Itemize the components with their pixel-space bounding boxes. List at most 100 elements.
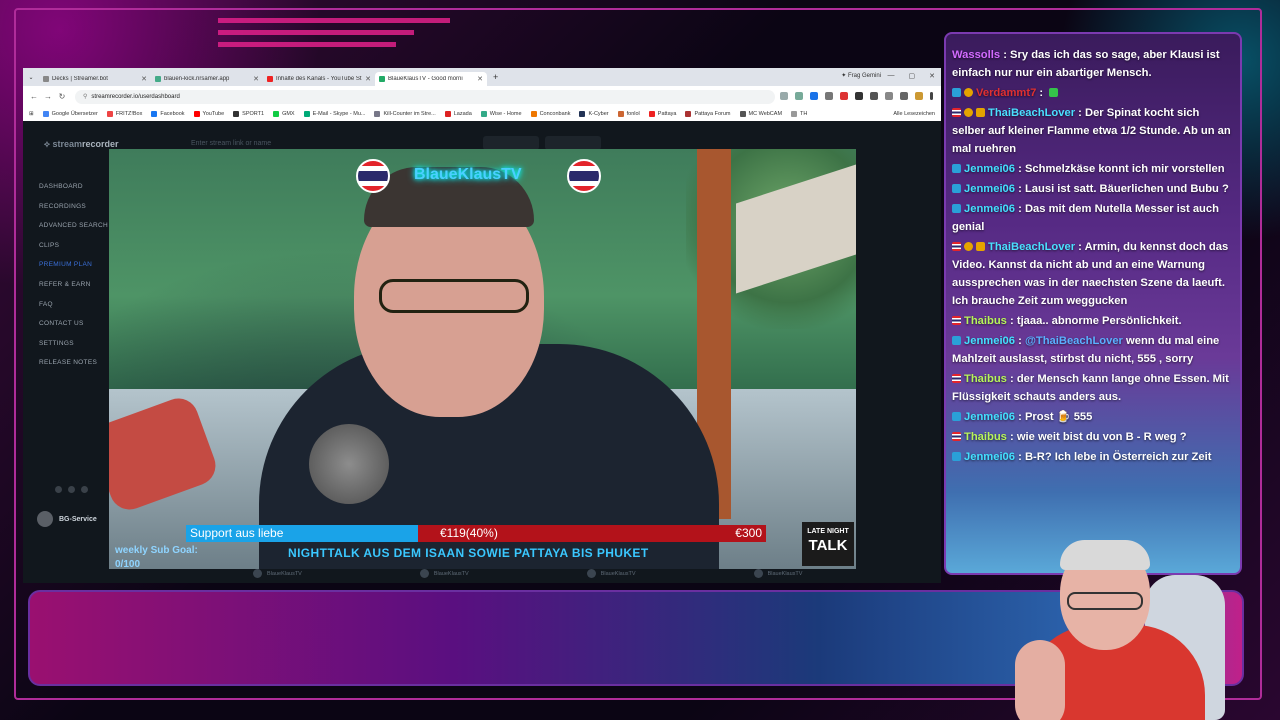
stream-search-input[interactable]: Enter stream link or name	[191, 140, 271, 147]
bookmark-icon	[648, 111, 655, 117]
bookmark-star-icon[interactable]	[810, 92, 818, 100]
bookmark-item[interactable]: SPORT1	[233, 111, 264, 117]
app-logo[interactable]: ⟡ streamrecorder	[44, 139, 119, 150]
chat-username[interactable]: Wassolls	[952, 49, 1000, 61]
extension-icon[interactable]	[825, 92, 833, 100]
bookmark-item[interactable]: GMX	[273, 111, 295, 117]
site-info-icon[interactable]: ⚲	[83, 93, 87, 100]
chat-mention[interactable]: @ThaiBeachLover	[1025, 335, 1123, 347]
chat-username[interactable]: Jenmei06	[964, 183, 1015, 195]
recording-channel: BlaueKlausTV	[267, 570, 302, 577]
google-play-badge[interactable]	[483, 136, 539, 150]
tab-close-icon[interactable]: ✕	[365, 75, 371, 83]
browser-tab[interactable]: blauen-kick.nrsamer.app ✕	[151, 72, 263, 86]
tab-close-icon[interactable]: ✕	[141, 75, 147, 83]
x-icon[interactable]	[81, 486, 88, 493]
cast-icon[interactable]	[795, 92, 803, 100]
chat-username[interactable]: ThaiBeachLover	[988, 107, 1075, 119]
app-store-badge[interactable]	[545, 136, 601, 150]
extension-icon[interactable]	[900, 92, 908, 100]
chat-username[interactable]: Verdammt7	[976, 87, 1036, 99]
bookmark-label: fonlol	[626, 111, 640, 117]
extension-icon[interactable]	[870, 92, 878, 100]
bookmark-item[interactable]: TH	[791, 111, 807, 117]
extension-icon[interactable]	[855, 92, 863, 100]
chat-username[interactable]: Thaibus	[964, 315, 1007, 327]
reload-icon[interactable]: ↻	[55, 92, 69, 101]
user-profile[interactable]: BG-Service	[37, 511, 97, 527]
tab-close-icon[interactable]: ✕	[253, 75, 259, 83]
gemini-button[interactable]: ✦ Frag Gemini	[841, 72, 881, 79]
extension-icon[interactable]	[840, 92, 848, 100]
chat-username[interactable]: Thaibus	[964, 431, 1007, 443]
sidebar-item-settings[interactable]: SETTINGS	[39, 340, 108, 348]
bookmark-item[interactable]: YouTube	[193, 111, 224, 117]
all-bookmarks[interactable]: Alle Lesezeichen	[893, 111, 935, 117]
browser-tab[interactable]: BlaueKlausTV - Good morni ✕	[375, 72, 487, 86]
recording-channel: BlaueKlausTV	[767, 570, 803, 577]
recording-item[interactable]: BlaueKlausTV	[586, 569, 636, 578]
bookmark-item[interactable]: E-Mail - Skype - Mu...	[303, 111, 365, 117]
chat-username[interactable]: Jenmei06	[964, 451, 1015, 463]
forward-icon[interactable]: →	[41, 92, 55, 101]
tab-close-icon[interactable]: ✕	[477, 75, 483, 83]
bookmark-item[interactable]: Conconbank	[530, 111, 570, 117]
sub-goal-label: weekly Sub Goal:	[115, 545, 198, 556]
menu-icon[interactable]	[930, 92, 933, 100]
url-input[interactable]: ⚲ streamrecorder.io/userdashboard	[75, 89, 775, 104]
discord-icon[interactable]	[55, 486, 62, 493]
apps-icon[interactable]: ⊞	[29, 111, 34, 117]
chat-text: Schmelzkäse konnt ich mir vorstellen	[1024, 163, 1225, 175]
chat-text: B-R? Ich lebe in Österreich zur Zeit	[1024, 451, 1212, 463]
chat-username[interactable]: ThaiBeachLover	[988, 241, 1075, 253]
chat-badge-icon	[964, 108, 973, 117]
sidebar-item-refer-earn[interactable]: REFER & EARN	[39, 281, 108, 289]
recording-item[interactable]: BlaueKlausTV	[419, 569, 469, 578]
chat-username[interactable]: Jenmei06	[964, 335, 1015, 347]
bookmark-label: Lazada	[453, 111, 472, 117]
bookmark-item[interactable]: Pattaya	[648, 111, 676, 117]
bookmark-item[interactable]: Facebook	[151, 111, 185, 117]
bookmark-item[interactable]: Wise - Home	[480, 111, 522, 117]
minimize-icon[interactable]: —	[888, 72, 895, 80]
bookmark-item[interactable]: K-Cyber	[579, 111, 609, 117]
recording-avatar-icon	[753, 569, 763, 578]
stream-video[interactable]: BlaueKlausTV	[109, 149, 856, 569]
chat-username[interactable]: Jenmei06	[964, 203, 1015, 215]
bookmark-item[interactable]: Google Übersetzer	[42, 111, 98, 117]
profile-avatar-icon[interactable]	[915, 92, 923, 100]
translate-icon[interactable]	[780, 92, 788, 100]
sidebar-item-contact-us[interactable]: CONTACT US	[39, 320, 108, 328]
tab-search-icon[interactable]: ⌄	[23, 74, 39, 81]
bookmark-label: FRITZ!Box	[115, 111, 143, 117]
sidebar-item-recordings[interactable]: RECORDINGS	[39, 203, 108, 211]
bookmark-item[interactable]: FRITZ!Box	[106, 111, 143, 117]
bookmark-item[interactable]: Lazada	[444, 111, 472, 117]
sidebar-item-release-notes[interactable]: RELEASE NOTES	[39, 359, 108, 367]
close-icon[interactable]: ✕	[929, 72, 935, 80]
bookmark-icon	[444, 111, 451, 117]
chat-username[interactable]: Thaibus	[964, 373, 1007, 385]
tab-favicon-icon	[379, 76, 385, 82]
chat-username[interactable]: Jenmei06	[964, 163, 1015, 175]
bookmark-item[interactable]: MC WebCAM	[739, 111, 782, 117]
sidebar-item-faq[interactable]: FAQ	[39, 301, 108, 309]
sidebar-item-premium-plan[interactable]: PREMIUM PLAN	[39, 261, 108, 269]
recording-item[interactable]: BlaueKlausTV	[753, 569, 803, 578]
recording-item[interactable]: BlaueKlausTV	[253, 569, 302, 578]
chat-username[interactable]: Jenmei06	[964, 411, 1015, 423]
sidebar-item-advanced-search[interactable]: ADVANCED SEARCH	[39, 222, 108, 230]
bookmark-item[interactable]: Pattaya Forum	[685, 111, 731, 117]
sidebar-item-clips[interactable]: CLIPS	[39, 242, 108, 250]
sidebar-item-dashboard[interactable]: DASHBOARD	[39, 183, 108, 191]
extension-icon[interactable]	[885, 92, 893, 100]
bookmark-item[interactable]: Kill-Counter im Stre...	[374, 111, 436, 117]
tiktok-icon[interactable]	[68, 486, 75, 493]
maximize-icon[interactable]: ▢	[909, 72, 916, 80]
browser-tab[interactable]: Decks | Streamer.bot ✕	[39, 72, 151, 86]
browser-tab[interactable]: Inhalte des Kanals - YouTube St ✕	[263, 72, 375, 86]
bookmark-item[interactable]: fonlol	[617, 111, 640, 117]
bookmark-icon	[106, 111, 113, 117]
back-icon[interactable]: ←	[27, 92, 41, 101]
new-tab-button[interactable]: +	[493, 72, 498, 82]
